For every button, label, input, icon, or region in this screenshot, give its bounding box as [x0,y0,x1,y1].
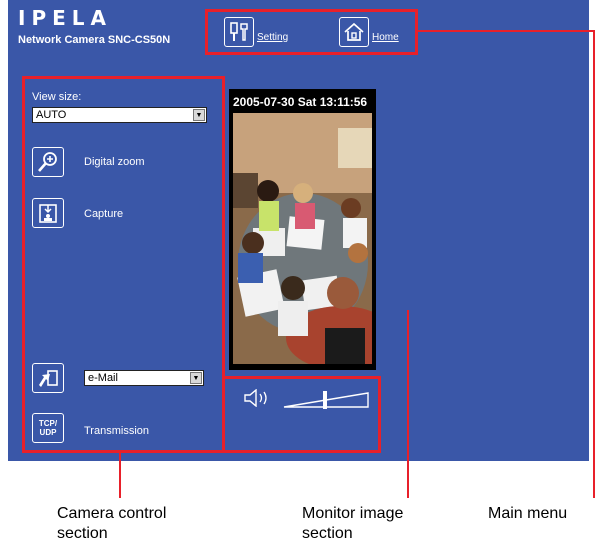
main-menu-pointer-horizontal [418,30,594,32]
monitor-image[interactable] [233,113,372,364]
model-name: Network Camera SNC-CS50N [18,34,171,46]
camera-control-pointer [119,453,121,498]
monitor-timestamp: 2005-07-30 Sat 13:11:56 [233,95,368,109]
main-menu-pointer-vertical [593,30,595,498]
camera-control-caption-line2: section [57,525,108,542]
monitor-caption: Monitor image section [302,504,403,544]
monitor-pointer [407,310,409,498]
logo: IPELA [18,6,112,30]
monitor-caption-line2: section [302,525,353,542]
main-menu-caption: Main menu [488,505,568,522]
camera-control-caption-line1: Camera control [57,505,167,522]
camera-control-callout-box [22,76,225,453]
monitor-callout-box [222,376,381,453]
main-menu-callout-box [205,9,418,55]
camera-control-caption: Camera control section [57,504,166,544]
monitor-caption-line1: Monitor image [302,505,404,522]
